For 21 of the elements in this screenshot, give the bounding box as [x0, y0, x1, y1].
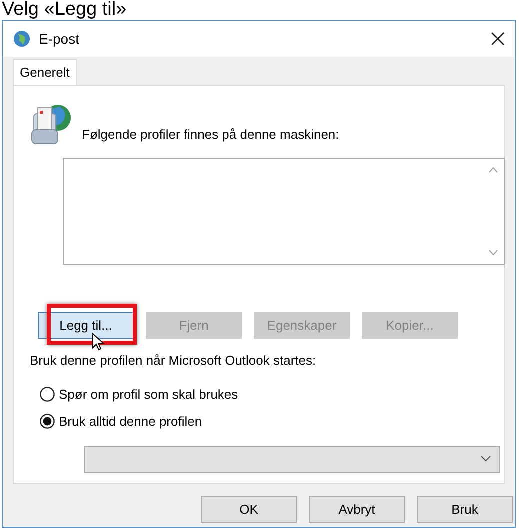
chevron-down-icon — [481, 456, 491, 462]
dialog-button[interactable]: OK — [201, 496, 297, 523]
scroll-up-icon[interactable] — [489, 167, 498, 173]
profile-dropdown[interactable] — [84, 446, 500, 472]
tab[interactable]: Generelt — [13, 59, 77, 86]
dialog-button[interactable]: Avbryt — [309, 496, 405, 523]
profile-button[interactable]: Legg til... — [38, 312, 134, 339]
dialog-button[interactable]: Bruk — [417, 496, 513, 523]
profile-list[interactable] — [63, 158, 505, 265]
profiles-label: Følgende profiler finnes på denne maskinen: — [82, 126, 340, 144]
radio-button[interactable] — [40, 414, 55, 430]
caption: Velg «Legg til» — [1, 0, 128, 20]
startup-label: Bruk denne profilen når Microsoft Outlook startes: — [30, 352, 318, 370]
cursor-icon — [92, 333, 105, 352]
radio-label: Bruk alltid denne profilen — [59, 413, 202, 431]
scroll-down-icon[interactable] — [489, 250, 498, 256]
radio-label: Spør om profil som skal brukes — [59, 386, 238, 404]
close-icon[interactable] — [491, 32, 505, 46]
globe-icon — [13, 30, 31, 48]
window-title: E-post — [39, 30, 80, 49]
radio-button[interactable] — [40, 386, 55, 402]
